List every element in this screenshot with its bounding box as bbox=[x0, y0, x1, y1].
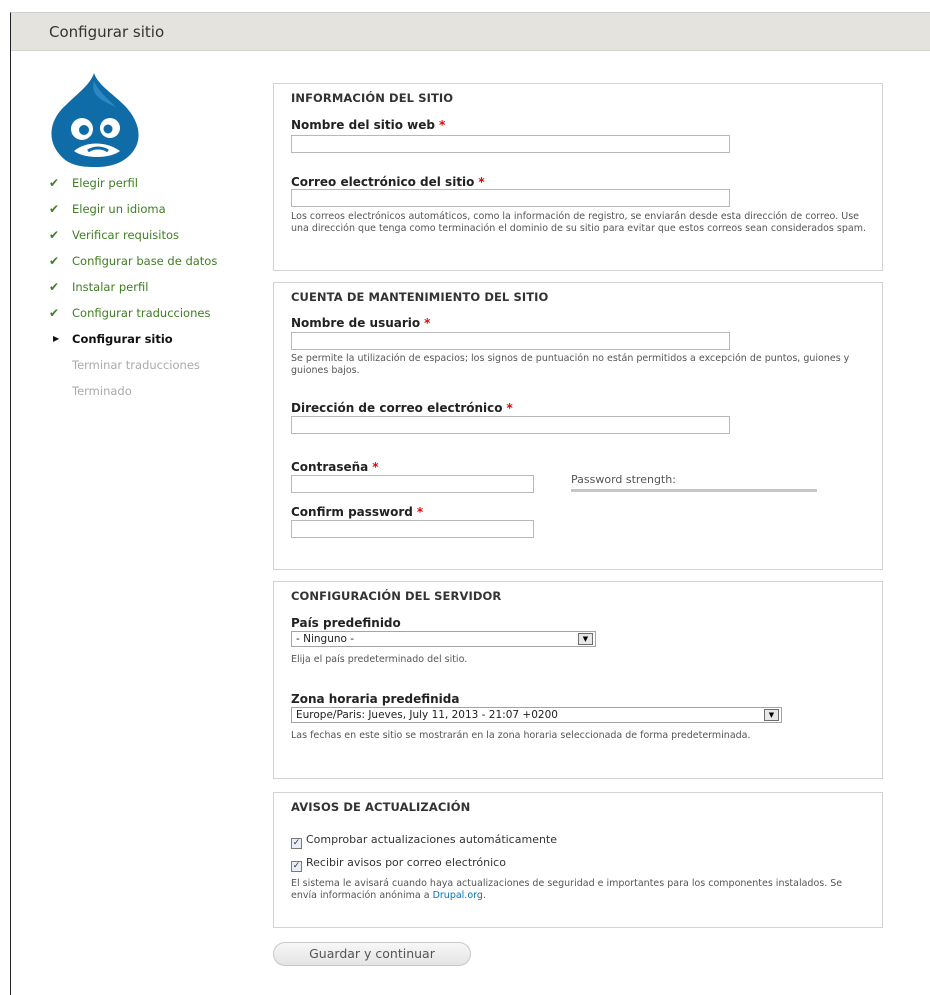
step-item: Terminado bbox=[72, 384, 132, 398]
check-updates-checkbox[interactable]: ✓ Comprobar actualizaciones automáticamen… bbox=[291, 833, 557, 849]
page-header: Configurar sitio bbox=[11, 13, 930, 51]
username-label: Nombre de usuario * bbox=[291, 316, 431, 330]
checkmark-icon: ✔ bbox=[49, 254, 60, 268]
timezone-select[interactable]: Europe/Paris: Jueves, July 11, 2013 - 21… bbox=[291, 707, 782, 723]
drupal-org-link[interactable]: Drupal.org bbox=[433, 890, 483, 901]
required-marker: * bbox=[478, 175, 485, 189]
drupal-logo-icon bbox=[51, 73, 139, 167]
required-marker: * bbox=[372, 460, 379, 474]
updates-description: El sistema le avisará cuando haya actual… bbox=[291, 878, 843, 901]
notify-email-checkbox[interactable]: ✓ Recibir avisos por correo electrónico bbox=[291, 856, 506, 872]
account-legend: CUENTA DE MANTENIMIENTO DEL SITIO bbox=[291, 290, 549, 304]
country-select[interactable]: - Ninguno - ▼ bbox=[291, 631, 596, 647]
checkbox-checked-icon[interactable]: ✓ bbox=[291, 838, 302, 849]
step-item-current: ▶ Configurar sitio bbox=[49, 329, 217, 355]
updates-fieldset: AVISOS DE ACTUALIZACIÓN ✓ Comprobar actua… bbox=[273, 792, 883, 928]
site-mail-input[interactable] bbox=[291, 189, 730, 207]
save-and-continue-button[interactable]: Guardar y continuar bbox=[273, 942, 471, 966]
updates-legend: AVISOS DE ACTUALIZACIÓN bbox=[291, 800, 471, 814]
country-label: País predefinido bbox=[291, 616, 401, 630]
step-item: ✔ Instalar perfil bbox=[49, 277, 217, 303]
confirm-password-input[interactable] bbox=[291, 520, 534, 538]
checkbox-checked-icon[interactable]: ✓ bbox=[291, 861, 302, 872]
timezone-select-value: Europe/Paris: Jueves, July 11, 2013 - 21… bbox=[296, 709, 558, 721]
step-item: ✔ Configurar traducciones bbox=[49, 303, 217, 329]
server-legend: CONFIGURACIÓN DEL SERVIDOR bbox=[291, 589, 502, 603]
dropdown-arrow-icon[interactable]: ▼ bbox=[578, 633, 593, 645]
required-marker: * bbox=[416, 505, 424, 519]
timezone-label: Zona horaria predefinida bbox=[291, 692, 460, 706]
email-label: Dirección de correo electrónico * bbox=[291, 401, 513, 415]
site-info-fieldset: INFORMACIÓN DEL SITIO Nombre del sitio w… bbox=[273, 83, 883, 271]
password-strength-bar bbox=[571, 489, 817, 492]
page-title: Configurar sitio bbox=[49, 23, 165, 41]
checkmark-icon: ✔ bbox=[49, 202, 60, 216]
site-info-legend: INFORMACIÓN DEL SITIO bbox=[291, 91, 454, 105]
timezone-description: Las fechas en este sitio se mostrarán en… bbox=[291, 730, 751, 741]
password-label: Contraseña * bbox=[291, 460, 379, 474]
step-item: ✔ Verificar requisitos bbox=[49, 225, 217, 251]
password-strength-text: Password strength: bbox=[571, 473, 676, 486]
confirm-password-label: Confirm password * bbox=[291, 505, 424, 519]
checkmark-icon: ✔ bbox=[49, 228, 60, 242]
notify-email-label: Recibir avisos por correo electrónico bbox=[306, 856, 506, 869]
check-updates-label: Comprobar actualizaciones automáticament… bbox=[306, 833, 558, 846]
site-mail-label: Correo electrónico del sitio * bbox=[291, 175, 485, 189]
server-fieldset: CONFIGURACIÓN DEL SERVIDOR País predefin… bbox=[273, 581, 883, 779]
country-select-value: - Ninguno - bbox=[296, 633, 355, 645]
password-strength-meter: Password strength: bbox=[571, 473, 817, 492]
dropdown-arrow-icon[interactable]: ▼ bbox=[764, 709, 779, 721]
site-mail-description: Los correos electrónicos automáticos, co… bbox=[291, 211, 866, 234]
required-marker: * bbox=[506, 401, 513, 415]
username-input[interactable] bbox=[291, 332, 730, 350]
triangle-right-icon: ▶ bbox=[53, 334, 60, 343]
step-item: ✔ Elegir perfil bbox=[49, 173, 217, 199]
password-input[interactable] bbox=[291, 475, 534, 493]
step-item: ✔ Configurar base de datos bbox=[49, 251, 217, 277]
country-description: Elija el país predeterminado del sitio. bbox=[291, 654, 468, 665]
step-item: ✔ Elegir un idioma bbox=[49, 199, 217, 225]
site-name-input[interactable] bbox=[291, 135, 730, 153]
required-marker: * bbox=[438, 118, 446, 132]
required-marker: * bbox=[424, 316, 431, 330]
site-name-label: Nombre del sitio web * bbox=[291, 118, 446, 132]
checkmark-icon: ✔ bbox=[49, 176, 60, 190]
install-page: Configurar sitio ✔ Elegir perfil ✔ Elegir … bbox=[10, 12, 930, 995]
email-input[interactable] bbox=[291, 416, 730, 434]
checkmark-icon: ✔ bbox=[49, 306, 60, 320]
step-item: Terminar traducciones bbox=[72, 358, 200, 372]
checkmark-icon: ✔ bbox=[49, 280, 60, 294]
username-description: Se permite la utilización de espacios; l… bbox=[291, 353, 850, 376]
account-fieldset: CUENTA DE MANTENIMIENTO DEL SITIO Nombre… bbox=[273, 282, 883, 570]
install-steps: ✔ Elegir perfil ✔ Elegir un idioma ✔ Verifi… bbox=[49, 173, 217, 407]
